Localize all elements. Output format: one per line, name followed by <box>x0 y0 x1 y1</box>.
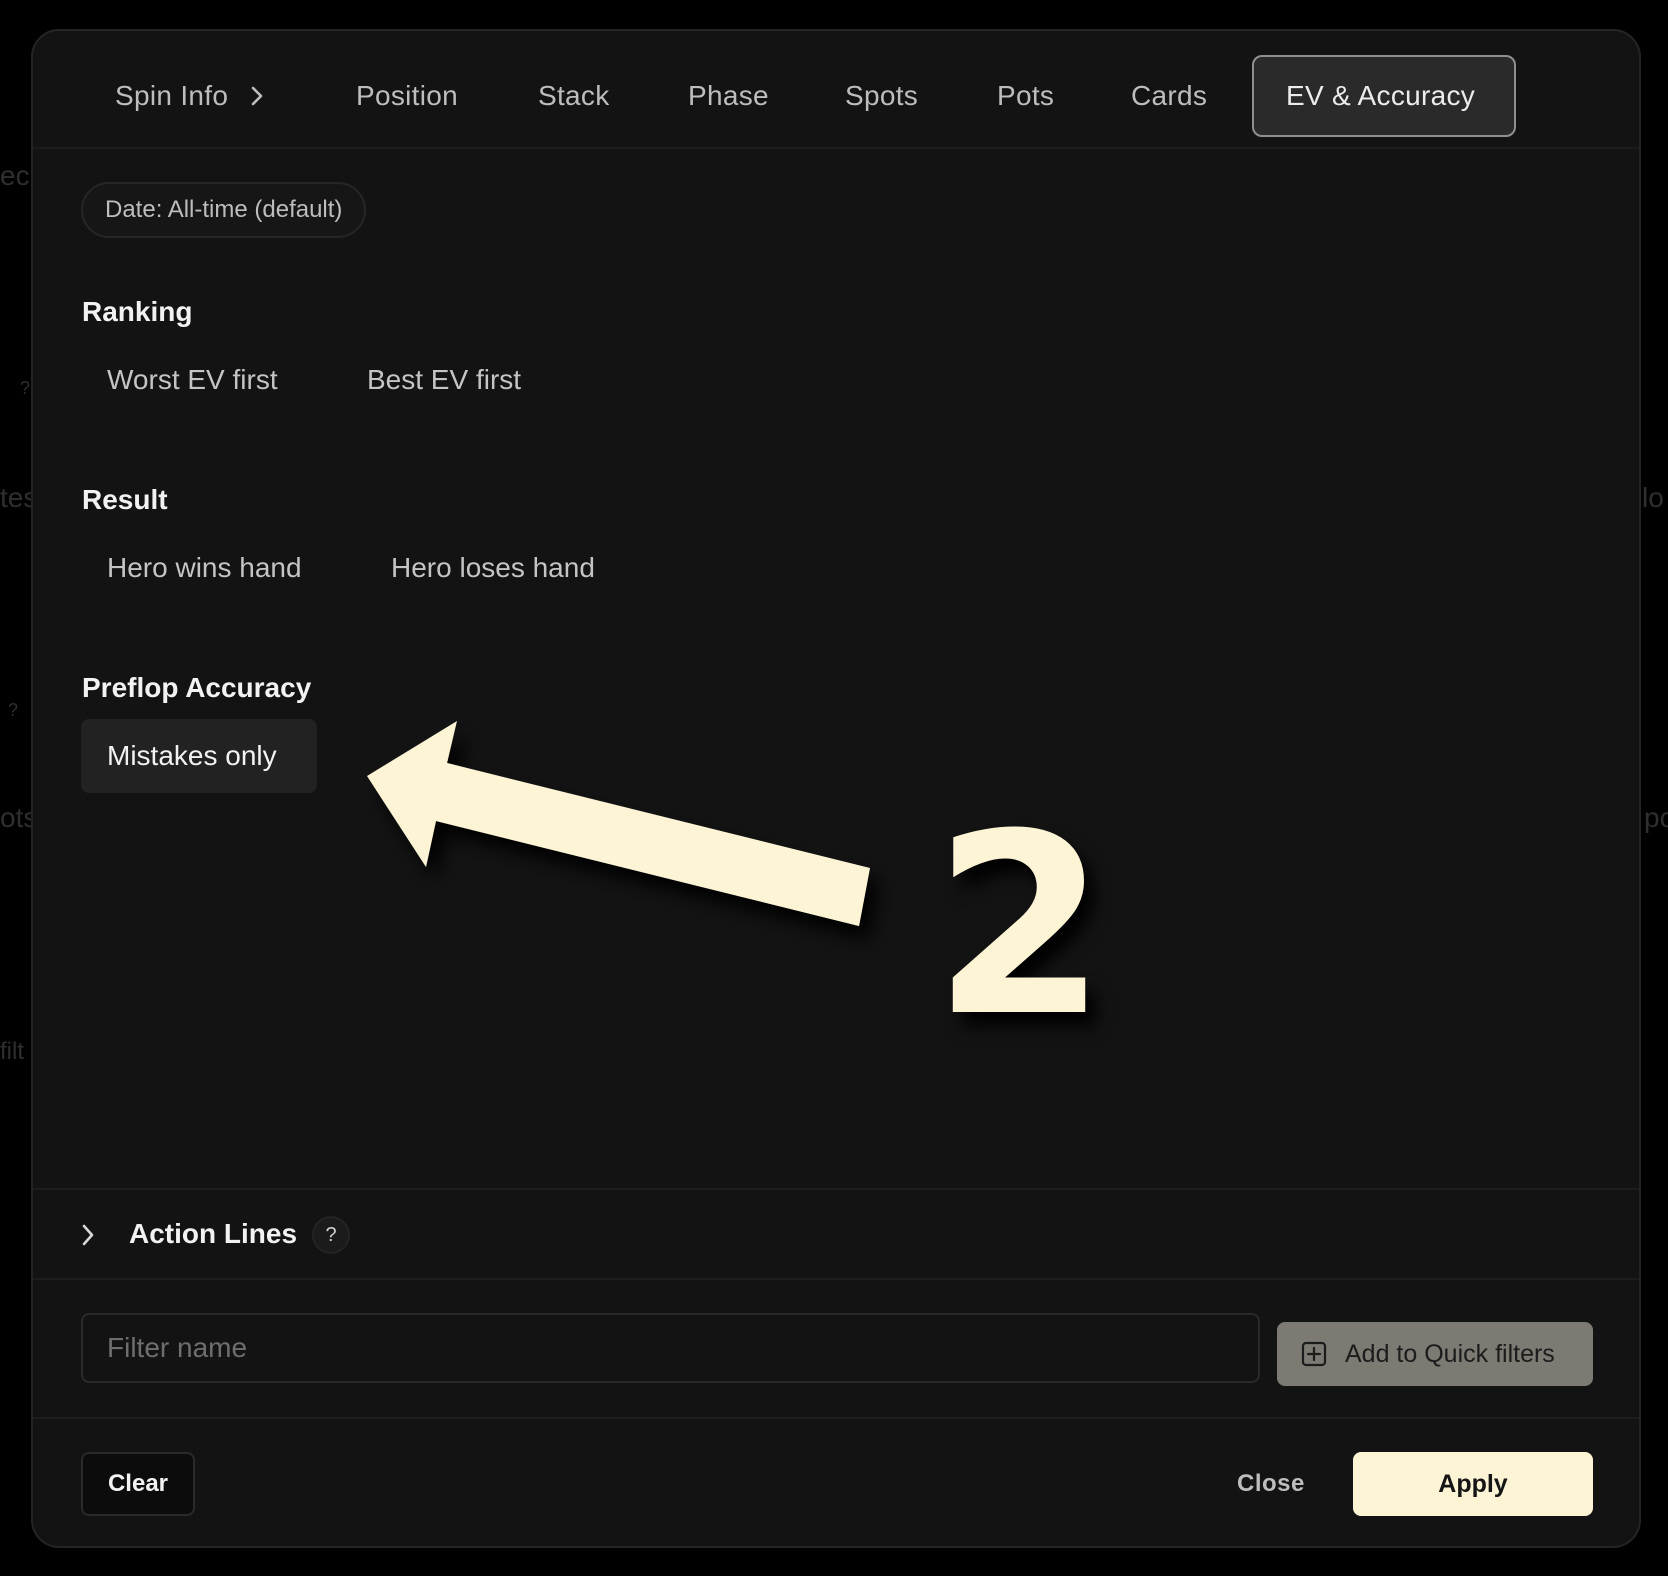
action-lines-row[interactable]: Action Lines ? <box>33 1188 1639 1280</box>
date-filter-pill[interactable]: Date: All-time (default) <box>81 182 367 238</box>
option-hero-loses-hand[interactable]: Hero loses hand <box>365 531 621 605</box>
tab-position[interactable]: Position <box>356 55 458 137</box>
section-title-ranking: Ranking <box>82 296 193 327</box>
help-icon[interactable]: ? <box>312 1216 350 1254</box>
section-title-result: Result <box>82 484 168 515</box>
background-text: ? <box>20 378 31 398</box>
plus-square-icon <box>1301 1341 1327 1367</box>
tab-spin-info[interactable]: Spin Info <box>115 55 264 137</box>
tab-spots[interactable]: Spots <box>845 55 918 137</box>
action-lines-title[interactable]: Action Lines <box>129 1218 297 1250</box>
filter-tabs: Spin Info Position Stack Phase Spots Pot… <box>33 31 1639 149</box>
chevron-right-icon[interactable] <box>81 1223 95 1252</box>
add-to-quick-filters-button[interactable]: Add to Quick filters <box>1277 1322 1593 1386</box>
filters-modal: Spin Info Position Stack Phase Spots Pot… <box>31 29 1641 1548</box>
tab-stack[interactable]: Stack <box>538 55 610 137</box>
section-title-preflop-accuracy: Preflop Accuracy <box>82 672 312 703</box>
tab-pots[interactable]: Pots <box>997 55 1054 137</box>
clear-button[interactable]: Clear <box>81 1452 195 1516</box>
apply-button[interactable]: Apply <box>1353 1452 1593 1516</box>
tab-cards[interactable]: Cards <box>1131 55 1207 137</box>
quick-filters-label: Add to Quick filters <box>1345 1339 1555 1368</box>
background-text: ec <box>0 160 30 191</box>
close-button[interactable]: Close <box>1229 1452 1313 1516</box>
tab-ev-accuracy[interactable]: EV & Accuracy <box>1252 55 1516 137</box>
background-text: filt <box>0 1038 24 1065</box>
background-text: lo <box>1642 482 1664 513</box>
tab-phase[interactable]: Phase <box>688 55 769 137</box>
filter-name-input[interactable] <box>81 1313 1260 1383</box>
option-worst-ev-first[interactable]: Worst EV first <box>81 343 304 417</box>
tab-label: Spin Info <box>115 80 229 111</box>
option-hero-wins-hand[interactable]: Hero wins hand <box>81 531 328 605</box>
annotation-number: 2 <box>933 780 1107 1071</box>
option-mistakes-only[interactable]: Mistakes only <box>81 719 317 793</box>
background-text: po <box>1644 802 1668 833</box>
modal-footer: Clear Close Apply <box>33 1417 1639 1546</box>
background-text: ? <box>8 700 19 720</box>
option-best-ev-first[interactable]: Best EV first <box>341 343 547 417</box>
chevron-right-icon <box>250 85 264 107</box>
